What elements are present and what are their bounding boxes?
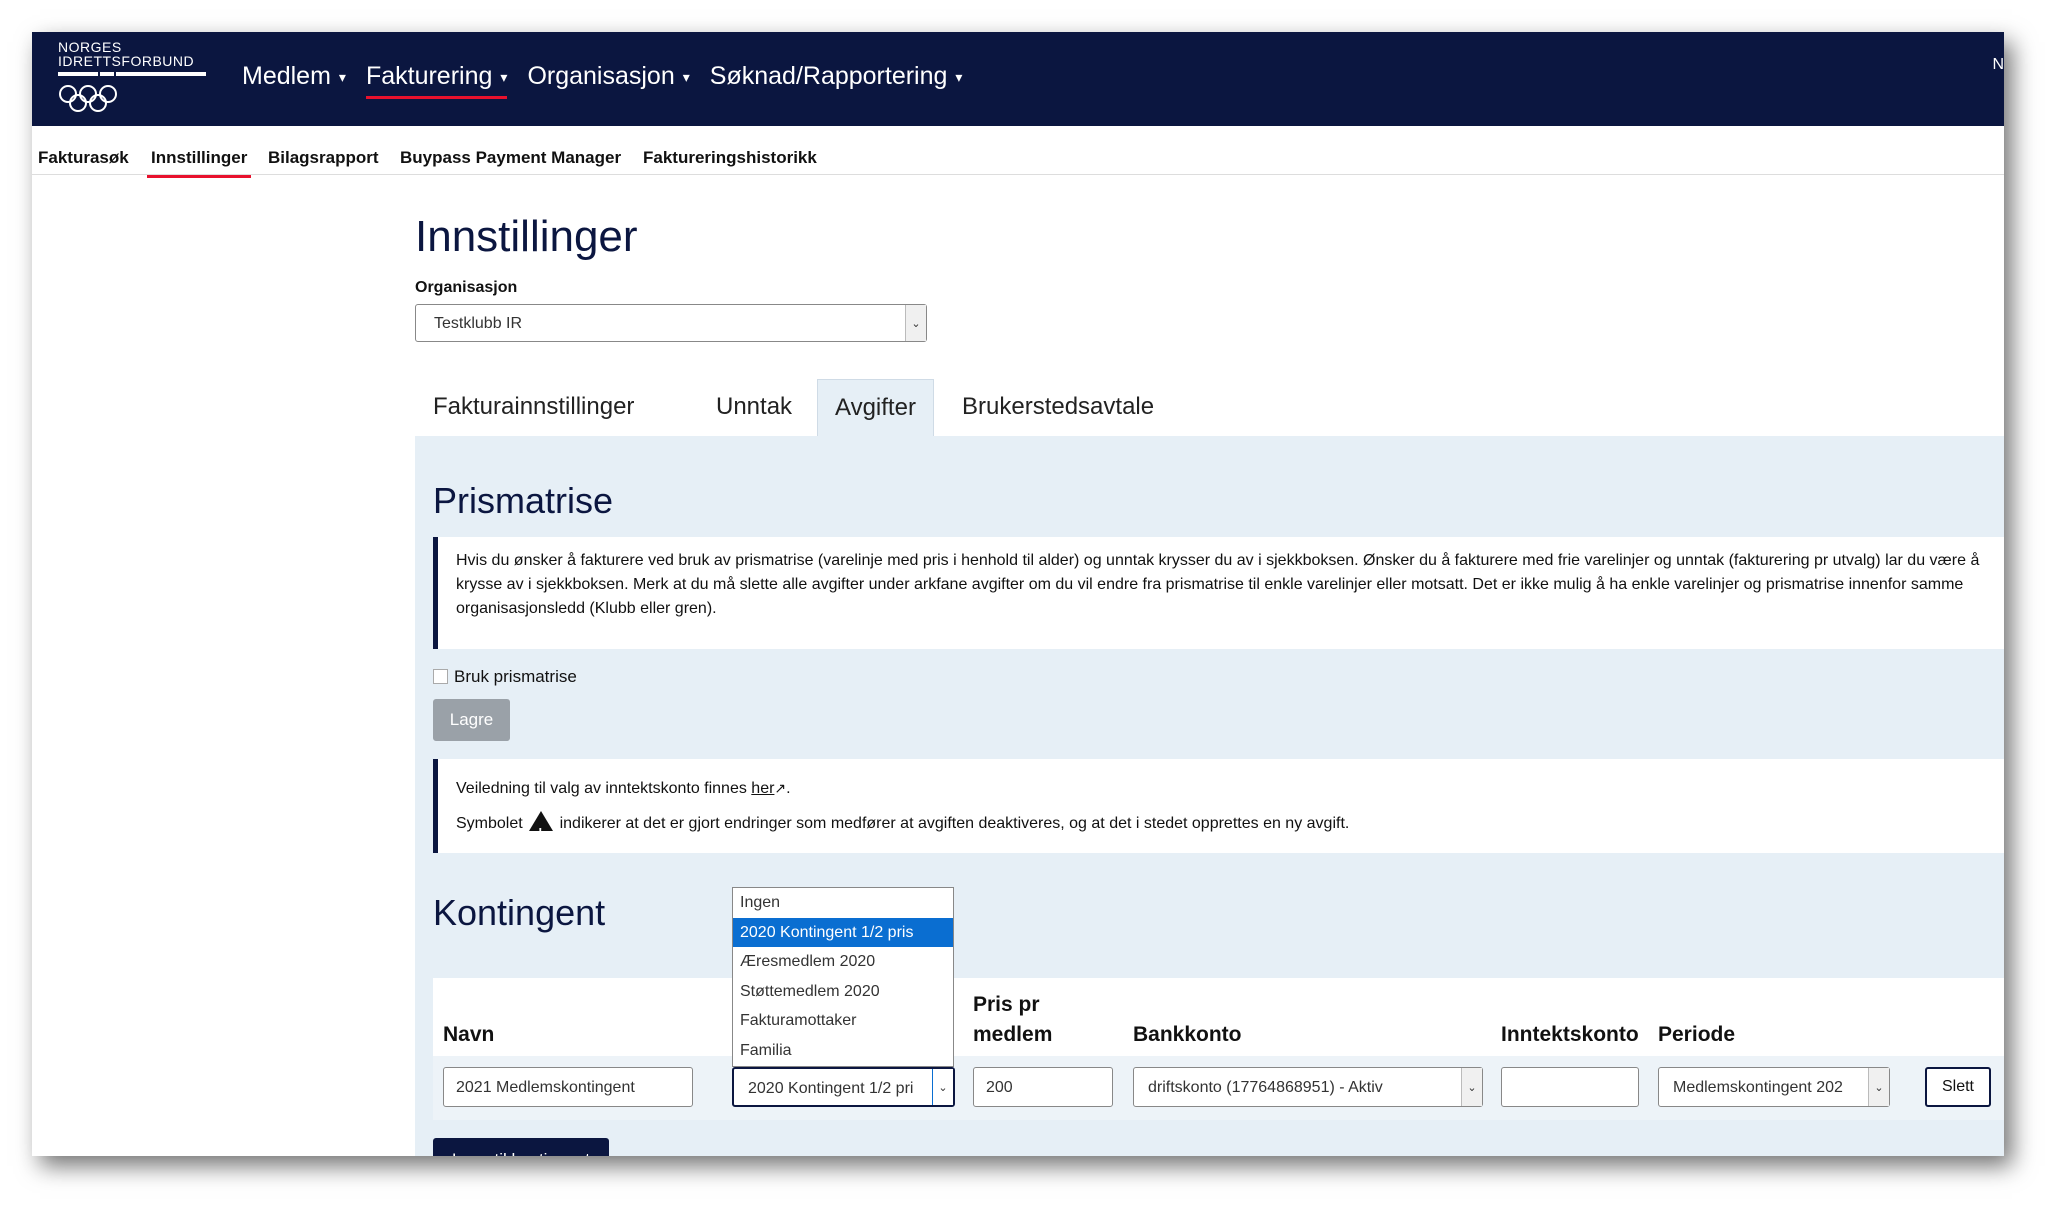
kontingent-type-dropdown-list: Ingen 2020 Kontingent 1/2 pris Æresmedle…: [732, 887, 954, 1067]
sub-nav: Fakturasøk Innstillinger Bilagsrapport B…: [32, 126, 2004, 178]
chevron-down-icon: ⌄: [1461, 1068, 1482, 1106]
nav-fakturering-label: Fakturering: [365, 62, 493, 90]
chevron-down-icon: ⌄: [1868, 1068, 1889, 1106]
external-link-icon: ↗: [774, 780, 787, 796]
prismatrise-info-text: Hvis du ønsker å fakturere ved bruk av p…: [456, 552, 1980, 617]
subnav-innstillinger[interactable]: Innstillinger: [146, 148, 252, 178]
guidance-info-box: Veiledning til valg av inntektskonto fin…: [433, 759, 2004, 853]
tab-avgifter[interactable]: Avgifter: [817, 379, 934, 437]
tab-fakturainnstillinger[interactable]: Fakturainnstillinger: [433, 379, 634, 437]
bankkonto-select[interactable]: driftskonto (17764868951) - Aktiv ⌄: [1133, 1067, 1483, 1107]
tab-unntak[interactable]: Unntak: [716, 379, 792, 437]
nav-organisasjon-label: Organisasjon: [527, 62, 675, 90]
main-nav: Medlem ▾ Fakturering ▾ Organisasjon ▾ Søkna…: [242, 62, 982, 99]
logo-flag-bars: [58, 72, 208, 76]
chevron-down-icon: ▾: [338, 68, 346, 85]
slett-button[interactable]: Slett: [1925, 1067, 1991, 1107]
logo-text-line2: IDRETTSFORBUND: [58, 53, 195, 69]
warning-triangle-icon: [529, 811, 554, 850]
nav-medlem-label: Medlem: [242, 62, 331, 90]
periode-value: Medlemskontingent 202: [1673, 1079, 1843, 1096]
guidance-link-her[interactable]: her: [751, 780, 774, 797]
legg-til-kontingent-button[interactable]: Legg til kontingent: [433, 1138, 609, 1156]
subnav-faktureringshistorikk[interactable]: Faktureringshistorikk: [643, 148, 817, 168]
chevron-down-icon: ⌄: [932, 1069, 953, 1105]
dropdown-option-aeresmedlem-2020[interactable]: Æresmedlem 2020: [733, 947, 953, 977]
prismatrise-title: Prismatrise: [433, 480, 614, 521]
header-inntektskonto: Inntektskonto: [1501, 1023, 1639, 1046]
browser-page: NORGES IDRETTSFORBUND Medlem ▾ Fakturerin…: [32, 32, 2004, 1156]
olympic-rings-icon: [58, 84, 208, 119]
guidance-line2-suffix: indikerer at det er gjort endringer som …: [555, 815, 1350, 832]
nav-soknad-rapportering[interactable]: Søknad/Rapportering ▾: [710, 62, 963, 99]
page-title: Innstillinger: [415, 212, 638, 261]
top-navbar: NORGES IDRETTSFORBUND Medlem ▾ Fakturerin…: [32, 32, 2004, 126]
kontingent-table: Navn Pris pr medlem Bankkonto Inntektsko…: [433, 978, 2004, 1120]
chevron-down-icon: ⌄: [905, 305, 926, 341]
tab-brukerstedsavtale[interactable]: Brukerstedsavtale: [962, 379, 1154, 437]
organisation-select-value: Testklubb IR: [434, 315, 523, 332]
header-bankkonto: Bankkonto: [1133, 1023, 1242, 1046]
dropdown-option-2020-kontingent-halv-pris[interactable]: 2020 Kontingent 1/2 pris: [733, 917, 953, 947]
header-pris-line1: Pris pr: [973, 993, 1040, 1016]
nav-organisasjon[interactable]: Organisasjon ▾: [527, 62, 689, 99]
dropdown-option-familia[interactable]: Familia: [733, 1036, 953, 1066]
inntektskonto-input[interactable]: [1501, 1067, 1639, 1107]
dropdown-option-fakturamottaker[interactable]: Fakturamottaker: [733, 1006, 953, 1036]
prismatrise-info-box: Hvis du ønsker å fakturere ved bruk av p…: [433, 537, 2004, 649]
subnav-buypass[interactable]: Buypass Payment Manager: [400, 148, 621, 168]
kontingent-type-value: 2020 Kontingent 1/2 pri: [748, 1080, 914, 1097]
guidance-line-2: Symbolet indikerer at det er gjort endri…: [456, 806, 1984, 850]
header-pris-line2: medlem: [973, 1023, 1053, 1046]
periode-select[interactable]: Medlemskontingent 202 ⌄: [1658, 1067, 1890, 1107]
bruk-prismatrise-label: Bruk prismatrise: [454, 667, 577, 686]
bankkonto-value: driftskonto (17764868951) - Aktiv: [1148, 1079, 1383, 1096]
dropdown-option-ingen[interactable]: Ingen: [733, 888, 953, 918]
guidance-line1-suffix: .: [786, 780, 791, 797]
nav-fakturering[interactable]: Fakturering ▾: [365, 62, 508, 99]
bruk-prismatrise-checkbox-row[interactable]: Bruk prismatrise: [433, 667, 577, 687]
chevron-down-icon: ▾: [682, 68, 690, 85]
subnav-fakturasok[interactable]: Fakturasøk: [38, 148, 129, 168]
header-navn: Navn: [443, 1023, 495, 1046]
user-menu-truncated[interactable]: N: [1992, 56, 2004, 74]
nav-soknad-label: Søknad/Rapportering: [709, 62, 948, 90]
pris-input[interactable]: 200: [973, 1067, 1113, 1107]
guidance-line-1: Veiledning til valg av inntektskonto fin…: [456, 771, 1984, 806]
kontingent-title: Kontingent: [433, 892, 606, 933]
navn-input[interactable]: 2021 Medlemskontingent: [443, 1067, 693, 1107]
subnav-bilagsrapport[interactable]: Bilagsrapport: [268, 148, 379, 168]
dropdown-option-stottemedlem-2020[interactable]: Støttemedlem 2020: [733, 977, 953, 1007]
organisation-select[interactable]: Testklubb IR ⌄: [415, 304, 927, 342]
chevron-down-icon: ▾: [955, 68, 963, 85]
bruk-prismatrise-checkbox[interactable]: [433, 669, 448, 684]
guidance-line2-prefix: Symbolet: [456, 815, 528, 832]
logo-text-line1: NORGES: [58, 39, 122, 55]
kontingent-type-select[interactable]: 2020 Kontingent 1/2 pri ⌄: [732, 1067, 955, 1107]
chevron-down-icon: ▾: [500, 68, 508, 85]
header-periode: Periode: [1658, 1023, 1736, 1046]
organisation-label: Organisasjon: [415, 279, 518, 296]
guidance-line1-prefix: Veiledning til valg av inntektskonto fin…: [456, 780, 752, 797]
nif-logo[interactable]: NORGES IDRETTSFORBUND: [58, 40, 208, 120]
nav-medlem[interactable]: Medlem ▾: [242, 62, 346, 99]
lagre-button[interactable]: Lagre: [433, 699, 510, 741]
